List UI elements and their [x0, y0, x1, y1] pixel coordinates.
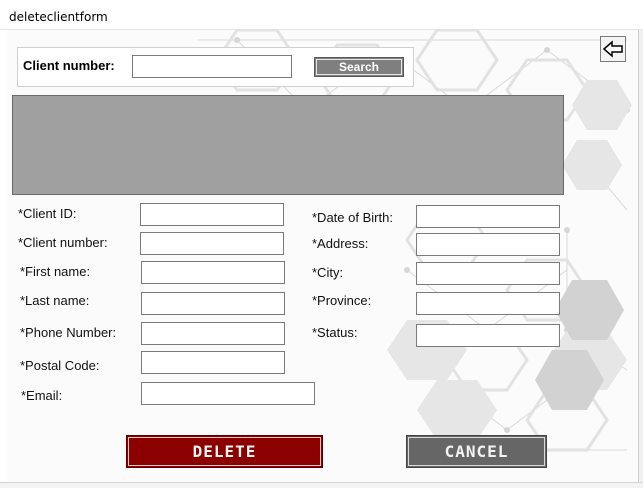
- window-right-edge: [638, 30, 643, 485]
- search-client-number-label: Client number:: [23, 58, 115, 73]
- email-label: *Email:: [21, 388, 63, 403]
- status-field[interactable]: [416, 324, 560, 347]
- first-name-label: *First name:: [20, 264, 91, 279]
- postal-code-label: *Postal Code:: [20, 358, 100, 373]
- window-title: deleteclientform: [9, 10, 108, 24]
- province-label: *Province:: [312, 293, 372, 308]
- postal-code-field[interactable]: [141, 351, 285, 374]
- email-field[interactable]: [141, 382, 315, 405]
- last-name-label: *Last name:: [20, 293, 90, 308]
- form-client-area: Client number: Search *Client ID: *Clien…: [7, 30, 638, 482]
- client-id-field[interactable]: [140, 203, 284, 226]
- client-number-field[interactable]: [140, 232, 284, 255]
- address-field[interactable]: [416, 233, 560, 256]
- client-number-label: *Client number:: [18, 235, 108, 250]
- phone-number-label: *Phone Number:: [20, 325, 117, 340]
- search-client-number-input[interactable]: [132, 55, 292, 78]
- clients-data-grid[interactable]: [12, 95, 564, 195]
- client-id-label: *Client ID:: [18, 206, 77, 221]
- city-label: *City:: [312, 265, 344, 280]
- date-of-birth-field[interactable]: [416, 205, 560, 228]
- back-arrow-icon: [602, 40, 623, 58]
- search-button[interactable]: Search: [314, 57, 404, 77]
- city-field[interactable]: [416, 262, 560, 285]
- title-bar: deleteclientform: [0, 0, 643, 30]
- province-field[interactable]: [416, 292, 560, 315]
- status-label: *Status:: [312, 325, 358, 340]
- back-button[interactable]: [600, 36, 626, 62]
- cancel-button[interactable]: CANCEL: [406, 435, 547, 468]
- last-name-field[interactable]: [141, 292, 285, 315]
- delete-button[interactable]: DELETE: [126, 435, 323, 468]
- window-bottom-edge: [0, 482, 643, 488]
- date-of-birth-label: *Date of Birth:: [312, 210, 393, 225]
- address-label: *Address:: [312, 236, 369, 251]
- first-name-field[interactable]: [141, 261, 285, 284]
- phone-number-field[interactable]: [141, 322, 285, 345]
